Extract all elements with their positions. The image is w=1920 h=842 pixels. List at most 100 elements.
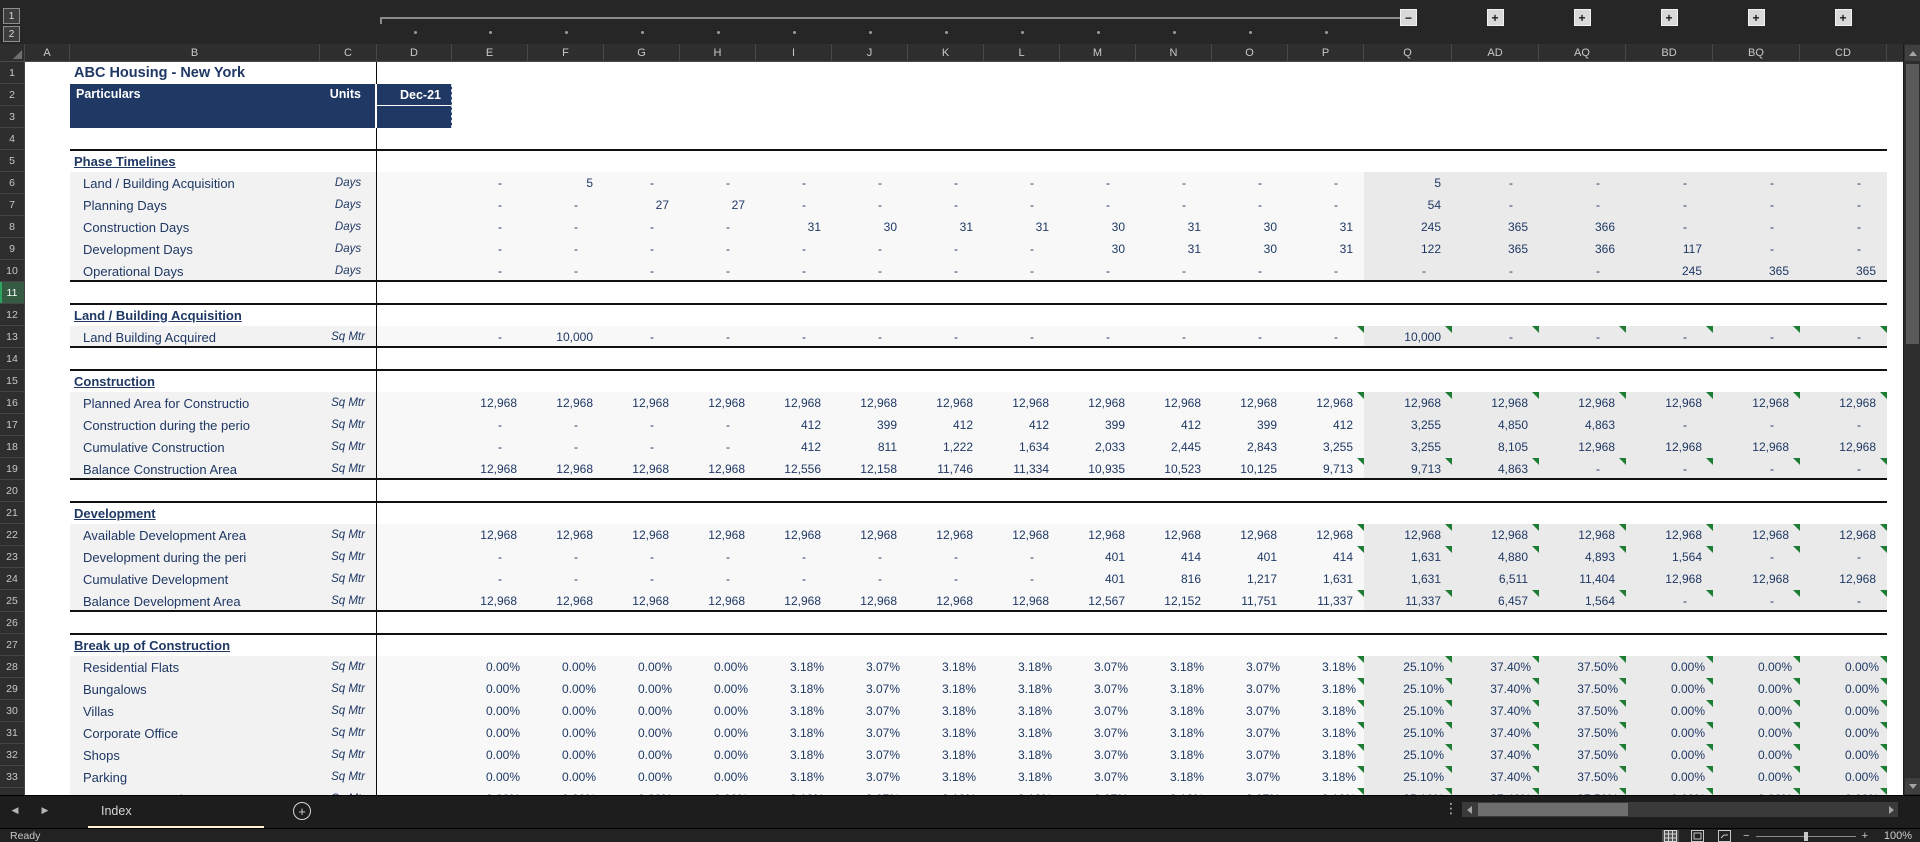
cell-M19[interactable]: 10,935	[1060, 458, 1136, 480]
cell-AD7[interactable]: -	[1452, 194, 1539, 216]
page-break-view-icon[interactable]	[1716, 830, 1733, 842]
cell-K30[interactable]: 3.18%	[908, 700, 984, 722]
cell-F13[interactable]: 10,000	[528, 326, 604, 348]
cell-P6[interactable]: -	[1288, 172, 1364, 194]
cell-CD29[interactable]: 0.00%	[1800, 678, 1887, 700]
cell-E34[interactable]: 0.00%	[452, 788, 528, 795]
cell-AD16[interactable]: 12,968	[1452, 392, 1539, 414]
cell-M10[interactable]: -	[1060, 260, 1136, 282]
cell-Q19[interactable]: 9,713	[1364, 458, 1452, 480]
cell-C29[interactable]: Sq Mtr	[320, 678, 377, 700]
cell-BD16[interactable]: 12,968	[1626, 392, 1713, 414]
cell-I22[interactable]: 12,968	[756, 524, 832, 546]
cell-H17[interactable]: -	[680, 414, 756, 436]
cell-H7[interactable]: 27	[680, 194, 756, 216]
cell-BD33[interactable]: 0.00%	[1626, 766, 1713, 788]
cell-C17[interactable]: Sq Mtr	[320, 414, 377, 436]
cell-K31[interactable]: 3.18%	[908, 722, 984, 744]
cell-AQ18[interactable]: 12,968	[1539, 436, 1626, 458]
cell-A2[interactable]	[25, 84, 70, 128]
col-header-B[interactable]: B	[70, 44, 320, 61]
cell-D18[interactable]	[377, 436, 452, 458]
col-header-O[interactable]: O	[1212, 44, 1288, 61]
row-header-2[interactable]: 2	[0, 84, 25, 106]
cell-I7[interactable]: -	[756, 194, 832, 216]
cell-O22[interactable]: 12,968	[1212, 524, 1288, 546]
cell-E17[interactable]: -	[452, 414, 528, 436]
cell-M16[interactable]: 12,968	[1060, 392, 1136, 414]
cell-K23[interactable]: -	[908, 546, 984, 568]
cell-N7[interactable]: -	[1136, 194, 1212, 216]
cell-D23[interactable]	[377, 546, 452, 568]
cell-B24[interactable]: Cumulative Development	[70, 568, 320, 590]
cell-D25[interactable]	[377, 590, 452, 612]
cell-H32[interactable]: 0.00%	[680, 744, 756, 766]
cell-B7[interactable]: Planning Days	[70, 194, 320, 216]
cell-P32[interactable]: 3.18%	[1288, 744, 1364, 766]
cell-G16[interactable]: 12,968	[604, 392, 680, 414]
cell-D31[interactable]	[377, 722, 452, 744]
cell-AQ13[interactable]: -	[1539, 326, 1626, 348]
cell-F23[interactable]: -	[528, 546, 604, 568]
expand-group-button-AD[interactable]: +	[1487, 9, 1504, 26]
cell-CD30[interactable]: 0.00%	[1800, 700, 1887, 722]
cell-H34[interactable]: 0.00%	[680, 788, 756, 795]
cell-O17[interactable]: 399	[1212, 414, 1288, 436]
col-header-N[interactable]: N	[1136, 44, 1212, 61]
expand-group-button-BD[interactable]: +	[1661, 9, 1678, 26]
cell-I29[interactable]: 3.18%	[756, 678, 832, 700]
cell-O8[interactable]: 30	[1212, 216, 1288, 238]
cell-H22[interactable]: 12,968	[680, 524, 756, 546]
cell-D19[interactable]	[377, 458, 452, 480]
cell-O29[interactable]: 3.07%	[1212, 678, 1288, 700]
cell-BD24[interactable]: 12,968	[1626, 568, 1713, 590]
cell-N24[interactable]: 816	[1136, 568, 1212, 590]
cell-O24[interactable]: 1,217	[1212, 568, 1288, 590]
cell-M34[interactable]: 3.07%	[1060, 788, 1136, 795]
zoom-level[interactable]: 100%	[1878, 830, 1912, 842]
cell-A27[interactable]	[25, 634, 70, 656]
cell-AD23[interactable]: 4,880	[1452, 546, 1539, 568]
cell-BQ32[interactable]: 0.00%	[1713, 744, 1800, 766]
horizontal-scrollbar[interactable]	[1462, 802, 1898, 817]
cell-BD10[interactable]: 245	[1626, 260, 1713, 282]
cell-H28[interactable]: 0.00%	[680, 656, 756, 678]
cell-AD13[interactable]: -	[1452, 326, 1539, 348]
cell-M6[interactable]: -	[1060, 172, 1136, 194]
scroll-down-button[interactable]	[1905, 778, 1920, 794]
cell-C4[interactable]	[320, 128, 377, 150]
cell-G9[interactable]: -	[604, 238, 680, 260]
cell-P8[interactable]: 31	[1288, 216, 1364, 238]
scroll-right-button[interactable]	[1884, 802, 1898, 817]
cell-A4[interactable]	[25, 128, 70, 150]
cell-G17[interactable]: -	[604, 414, 680, 436]
cell-A22[interactable]	[25, 524, 70, 546]
cell-CD25[interactable]: -	[1800, 590, 1887, 612]
cell-C14[interactable]	[320, 348, 377, 370]
cell-Q29[interactable]: 25.10%	[1364, 678, 1452, 700]
cell-P30[interactable]: 3.18%	[1288, 700, 1364, 722]
select-all-corner[interactable]	[0, 44, 25, 61]
cell-H16[interactable]: 12,968	[680, 392, 756, 414]
cell-A32[interactable]	[25, 744, 70, 766]
cell-N18[interactable]: 2,445	[1136, 436, 1212, 458]
cell-A15[interactable]	[25, 370, 70, 392]
cell-I18[interactable]: 412	[756, 436, 832, 458]
cell-G28[interactable]: 0.00%	[604, 656, 680, 678]
col-header-BD[interactable]: BD	[1626, 44, 1713, 61]
cell-BD8[interactable]: -	[1626, 216, 1713, 238]
cell-A25[interactable]	[25, 590, 70, 612]
row-header-34[interactable]: 34	[0, 788, 25, 795]
cell-H13[interactable]: -	[680, 326, 756, 348]
row-header-8[interactable]: 8	[0, 216, 25, 238]
cell-F18[interactable]: -	[528, 436, 604, 458]
cell-CD13[interactable]: -	[1800, 326, 1887, 348]
row-header-25[interactable]: 25	[0, 590, 25, 612]
cell-P28[interactable]: 3.18%	[1288, 656, 1364, 678]
cell-O34[interactable]: 3.07%	[1212, 788, 1288, 795]
cell-B23[interactable]: Development during the peri	[70, 546, 320, 568]
cell-AQ31[interactable]: 37.50%	[1539, 722, 1626, 744]
cell-A33[interactable]	[25, 766, 70, 788]
row-header-16[interactable]: 16	[0, 392, 25, 414]
cell-F22[interactable]: 12,968	[528, 524, 604, 546]
